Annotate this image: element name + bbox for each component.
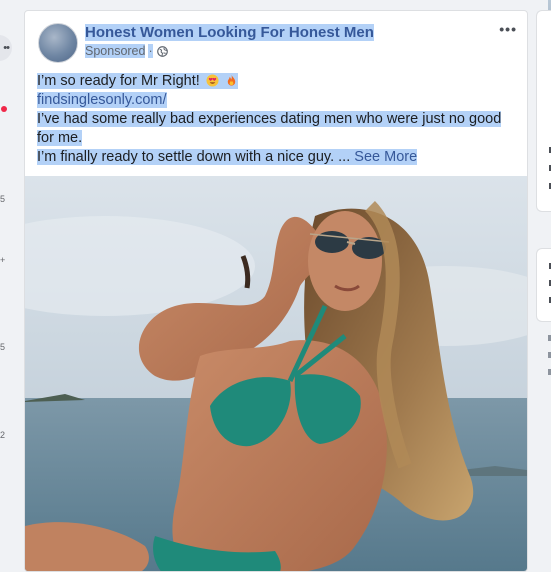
more-dots-icon: •• — [3, 42, 10, 54]
post-photo[interactable] — [25, 176, 527, 571]
more-options-icon[interactable]: ••• — [499, 21, 517, 37]
post-text-line: I’m so ready for Mr Right! — [37, 73, 200, 89]
sponsored-label[interactable]: Sponsored — [85, 44, 146, 58]
notification-dot — [1, 106, 7, 112]
post-text-line: I’m finally ready to settle down with a … — [37, 149, 351, 165]
post-text: I’m so ready for Mr Right! findsingleson… — [37, 72, 517, 167]
right-card[interactable] — [536, 10, 551, 212]
right-card[interactable] — [536, 248, 551, 322]
see-more-link[interactable]: See More — [354, 149, 417, 165]
left-count: + — [0, 255, 6, 265]
left-count: 2 — [0, 430, 6, 440]
ad-link[interactable]: findsinglesonly.com/ — [37, 92, 167, 108]
left-count: 5 — [0, 194, 6, 204]
left-sidebar: •• 5 + 5 2 — [0, 0, 24, 565]
post-text-line: I’ve had some really bad experiences dat… — [37, 111, 502, 146]
globe-icon — [156, 45, 168, 57]
fire-emoji-icon — [227, 74, 236, 86]
sponsored-post: Honest Women Looking For Honest Men Spon… — [24, 10, 528, 572]
post-meta: Sponsored · — [85, 44, 168, 58]
woman-bikini-beach-photo — [25, 176, 527, 571]
heart-eyes-emoji-icon — [206, 74, 219, 87]
separator: · — [148, 44, 153, 58]
page-name-link[interactable]: Honest Women Looking For Honest Men — [85, 24, 374, 41]
right-sidebar — [536, 0, 551, 565]
left-more-button[interactable]: •• — [0, 35, 12, 61]
left-count: 5 — [0, 342, 6, 352]
page-avatar[interactable] — [38, 23, 78, 63]
